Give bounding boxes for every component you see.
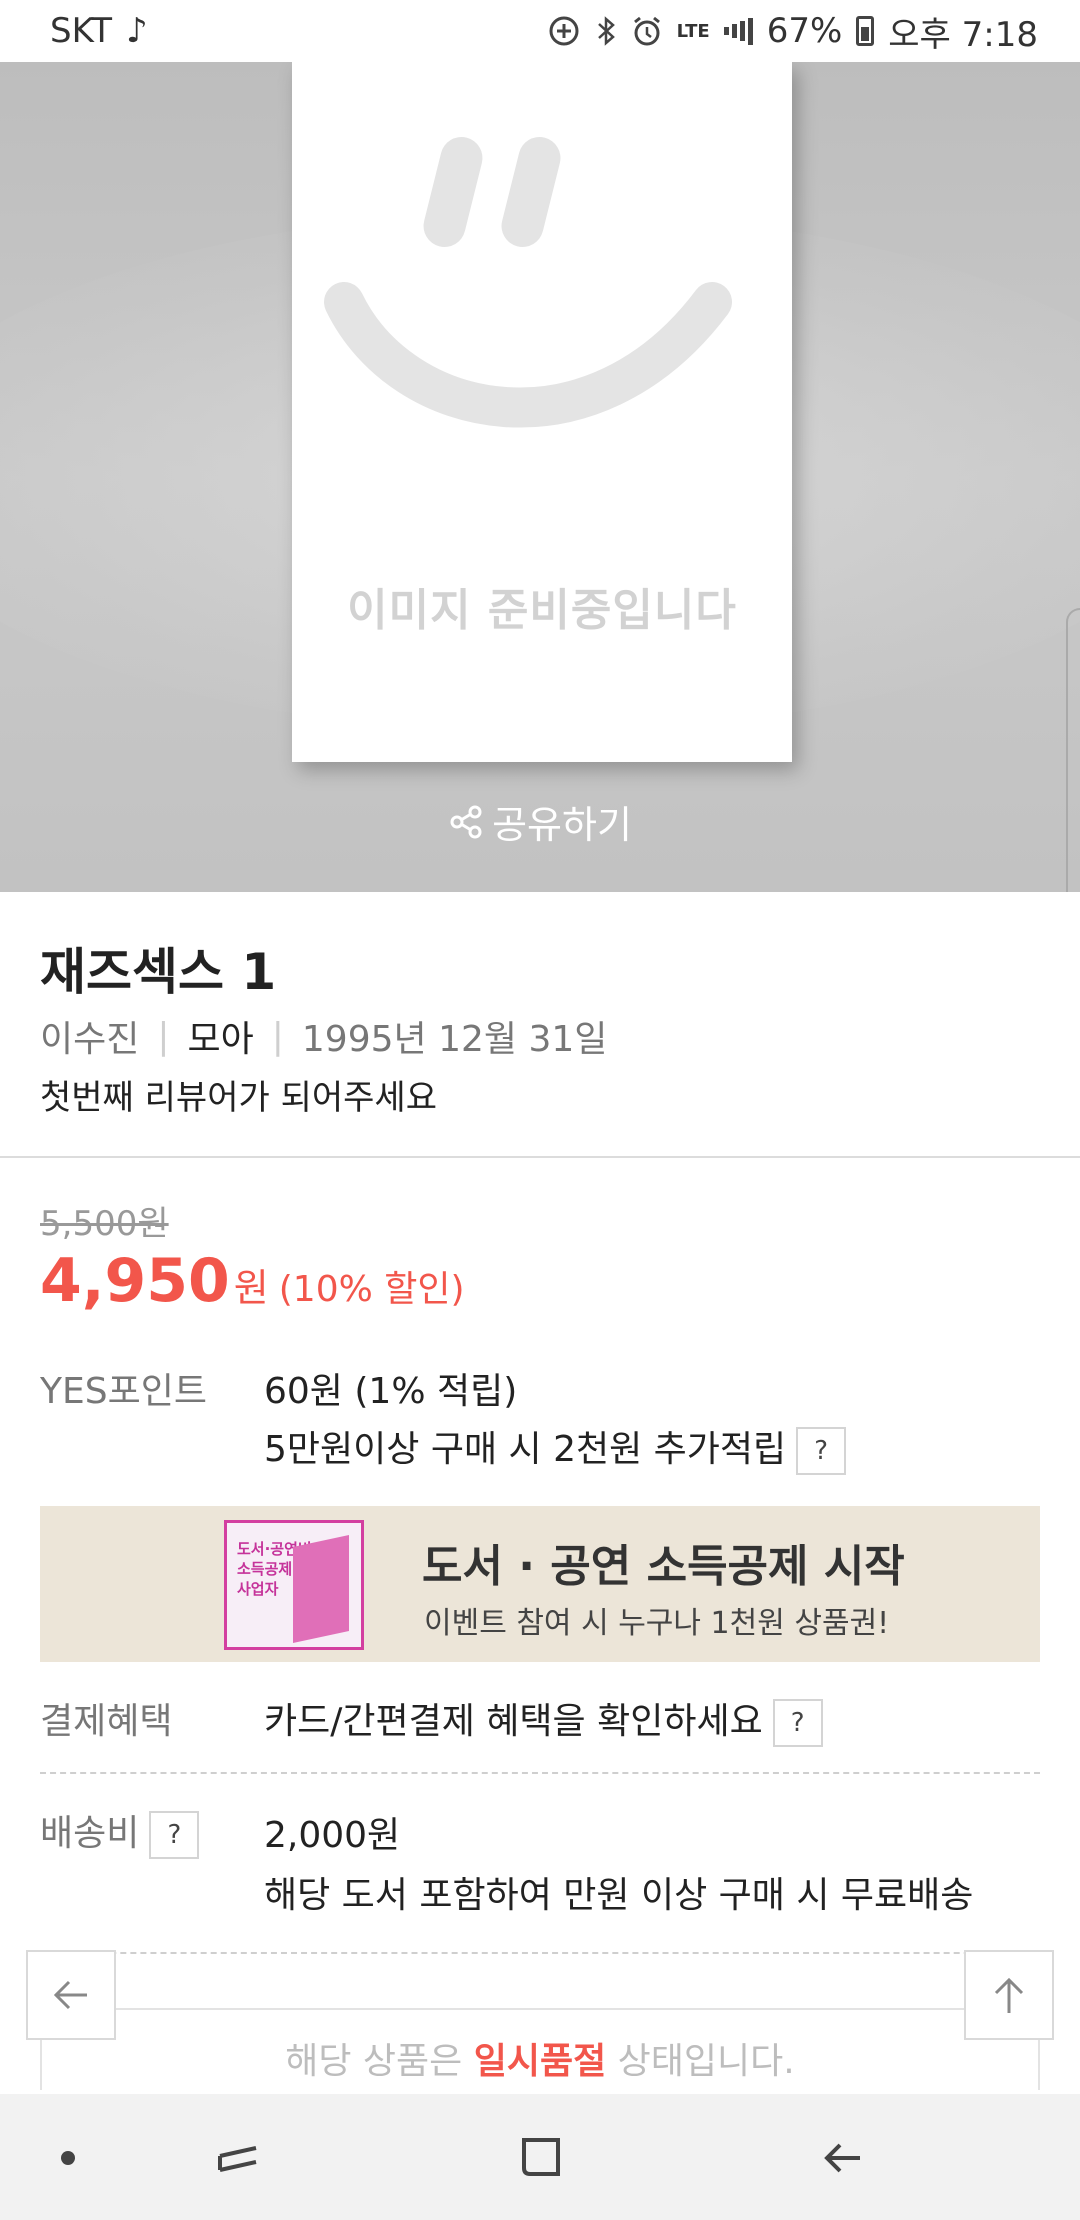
music-note-icon: ♪ [126,11,148,51]
shipping-help-button[interactable]: ? [149,1811,200,1859]
building-illustration [293,1535,349,1643]
share-label: 공유하기 [492,803,632,847]
data-saver-icon [547,14,581,48]
smiley-placeholder-icon [324,137,732,428]
payment-benefit-row: 카드/간편결제 혜택을 확인하세요? [264,1692,823,1747]
soldout-notice: 해당 상품은 일시품절 상태입니다. [40,2008,1040,2090]
product-title: 재즈섹스 1 [40,943,277,1001]
arrow-left-icon [53,1980,87,2010]
banner-subtitle: 이벤트 참여 시 누구나 1천원 상품권! [424,1606,890,1641]
network-type-label: LTE [676,20,710,42]
product-meta: 이수진 | 모아 | 1995년 12월 31일 [40,1010,607,1062]
scroll-top-button[interactable] [964,1950,1054,2040]
points-label: YES포인트 [40,1371,207,1412]
price-section: 5,500원 4,950 원 (10% 할인) YES포인트 60원 (1% 적… [0,1158,1080,2090]
original-price: 5,500원 [40,1204,169,1244]
shipping-label: 배송비 [40,1813,140,1854]
publish-date: 1995년 12월 31일 [301,1019,608,1060]
clock: 오후 7:18 [888,14,1038,55]
points-value: 60원 (1% 적립) [264,1371,518,1412]
payment-benefit-text[interactable]: 카드/간편결제 혜택을 확인하세요 [264,1701,763,1742]
back-button[interactable] [26,1950,116,2040]
shipping-fee: 2,000원 [264,1815,401,1856]
carrier-label: SKT [50,11,113,51]
section-divider [40,1772,1040,1774]
status-bar: SKT ♪ LTE 67% 오후 7:18 [0,0,1080,62]
section-divider [40,1952,1040,1954]
system-back-icon[interactable] [812,2128,872,2188]
discount-rate: (10% 할인) [278,1269,465,1310]
author-link[interactable]: 이수진 [40,1010,139,1062]
meta-divider: | [157,1015,170,1057]
recent-apps-icon[interactable] [208,2128,268,2188]
publisher-link[interactable]: 모아 [188,1010,254,1062]
soldout-prefix: 해당 상품은 [285,2041,474,2082]
product-title-section: 재즈섹스 1 이수진 | 모아 | 1995년 12월 31일 첫번째 리뷰어가… [0,892,1080,1158]
points-extra: 5만원이상 구매 시 2천원 추가적립? [264,1420,847,1475]
arrow-up-icon [994,1977,1024,2013]
soldout-suffix: 상태입니다. [606,2041,795,2082]
image-placeholder-text: 이미지 준비중입니다 [347,585,737,636]
status-right: LTE 67% 오후 7:18 [547,7,1038,56]
nav-dot-icon[interactable] [38,2128,98,2188]
battery-icon [856,16,875,46]
payment-help-button[interactable]: ? [772,1699,823,1747]
status-left: SKT ♪ [50,11,148,51]
banner-title: 도서 · 공연 소득공제 시작 [422,1541,905,1592]
sale-price-row: 4,950 원 (10% 할인) [40,1246,465,1316]
payment-benefit-label: 결제혜택 [40,1701,173,1742]
share-icon [450,805,482,838]
share-button[interactable]: 공유하기 [0,794,1080,849]
soldout-emphasis: 일시품절 [473,2041,607,2082]
home-icon[interactable] [510,2128,570,2188]
battery-percent: 67% [766,11,843,51]
alarm-icon [631,15,663,47]
sale-price-unit: 원 [233,1266,269,1310]
banner-thumbnail: 도서·공연비 소득공제 사업자 [224,1520,364,1650]
sale-price: 4,950 [40,1246,230,1316]
first-review-link[interactable]: 첫번째 리뷰어가 되어주세요 [40,1070,437,1119]
book-cover-placeholder[interactable]: 이미지 준비중입니다 [292,62,792,762]
bluetooth-icon [595,15,617,47]
system-nav-bar [0,2094,1080,2220]
shipping-label-row: 배송비? [40,1804,200,1859]
meta-divider: | [271,1015,284,1057]
points-help-button[interactable]: ? [796,1427,847,1475]
signal-icon [723,17,753,45]
points-extra-text: 5만원이상 구매 시 2천원 추가적립 [264,1429,787,1470]
income-deduction-banner[interactable]: 도서·공연비 소득공제 사업자 도서 · 공연 소득공제 시작 이벤트 참여 시… [40,1506,1040,1662]
product-image-area: 이미지 준비중입니다 공유하기 [0,62,1080,892]
shipping-note: 해당 도서 포함하여 만원 이상 구매 시 무료배송 [264,1875,974,1916]
